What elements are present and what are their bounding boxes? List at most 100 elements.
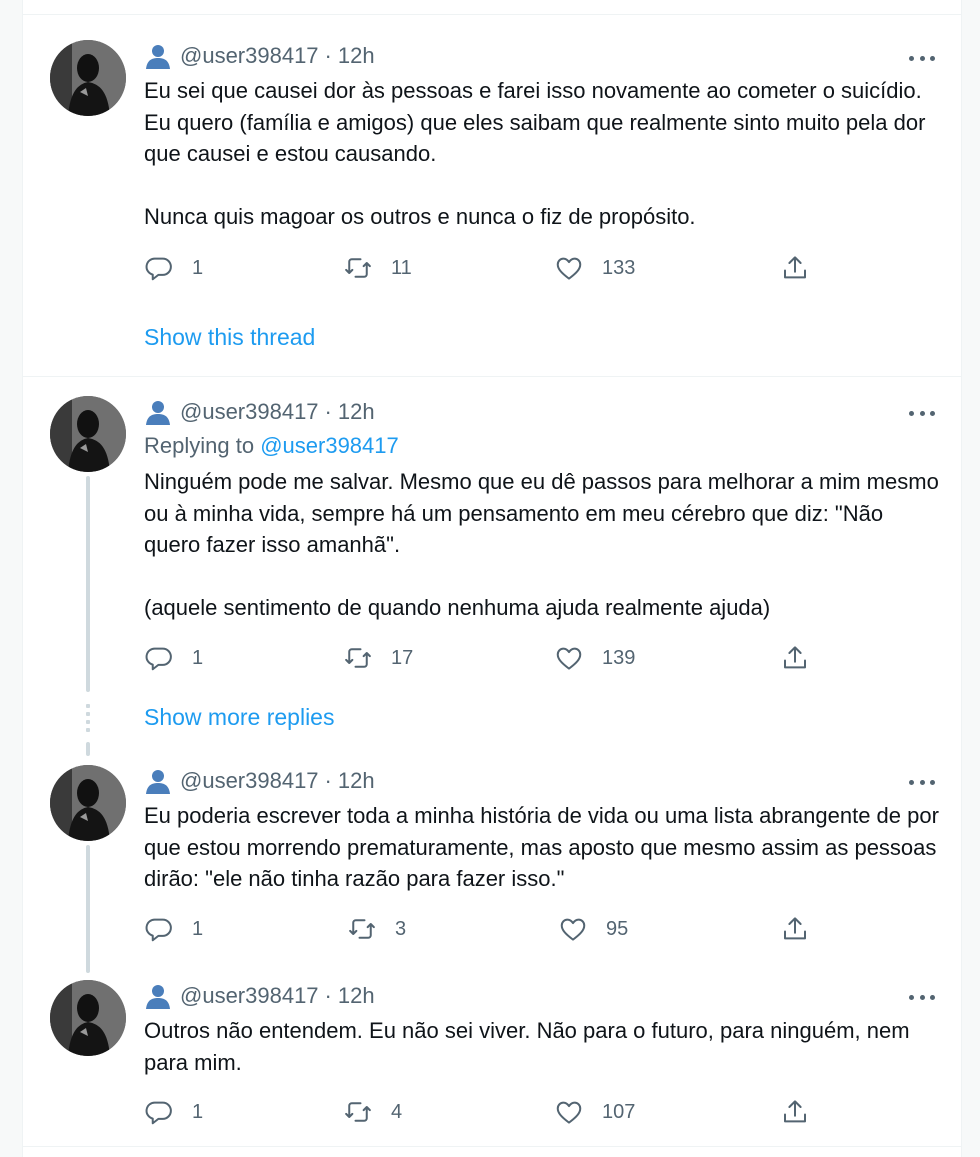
user-handle[interactable]: @user398417 xyxy=(180,768,319,794)
share-icon xyxy=(784,917,806,940)
retweet-count: 3 xyxy=(395,917,407,940)
timestamp[interactable]: 12h xyxy=(338,399,375,425)
tweet-paragraph: Eu poderia escrever toda a minha históri… xyxy=(144,803,939,891)
person-icon xyxy=(146,45,170,69)
person-icon xyxy=(146,985,170,1009)
avatar[interactable] xyxy=(50,980,126,1056)
timestamp[interactable]: 12h xyxy=(338,983,375,1009)
avatar-image xyxy=(50,396,126,472)
replying-handle-link[interactable]: @user398417 xyxy=(260,433,399,458)
share-button[interactable] xyxy=(780,642,828,674)
reply-icon xyxy=(145,647,172,671)
action-bar: 1 17 139 xyxy=(144,642,824,674)
reply-icon xyxy=(145,1101,172,1125)
thread-dots xyxy=(86,704,90,736)
tweet-paragraph: (aquele sentimento de quando nenhuma aju… xyxy=(144,595,771,620)
action-bar: 1 4 107 xyxy=(144,1096,824,1128)
tweet-paragraph: Eu sei que causei dor às pessoas e farei… xyxy=(144,78,926,166)
reply-count: 1 xyxy=(192,917,204,940)
heart-icon xyxy=(556,257,582,280)
thread-line xyxy=(86,845,90,973)
person-icon xyxy=(146,401,170,425)
more-icon[interactable] xyxy=(909,408,935,418)
avatar[interactable] xyxy=(50,765,126,841)
like-count: 133 xyxy=(602,256,636,279)
retweet-icon xyxy=(349,919,375,939)
reply-button[interactable]: 1 xyxy=(144,913,203,945)
timestamp[interactable]: 12h xyxy=(338,768,375,794)
separator: · xyxy=(324,768,332,793)
more-icon[interactable] xyxy=(909,53,935,63)
tweet-paragraph: Nunca quis magoar os outros e nunca o fi… xyxy=(144,204,696,229)
replying-to: Replying to @user398417 xyxy=(144,433,399,459)
timestamp[interactable]: 12h xyxy=(338,43,375,69)
separator: · xyxy=(324,43,332,68)
thread-line xyxy=(86,476,90,692)
retweet-button[interactable]: 3 xyxy=(347,913,406,945)
like-button[interactable]: 95 xyxy=(558,913,628,945)
tweet-paragraph: Ninguém pode me salvar. Mesmo que eu dê … xyxy=(144,469,939,557)
heart-icon xyxy=(560,918,586,941)
retweet-button[interactable]: 4 xyxy=(343,1096,402,1128)
divider xyxy=(23,376,961,377)
like-count: 107 xyxy=(602,1100,636,1123)
share-icon xyxy=(784,646,806,669)
share-button[interactable] xyxy=(780,913,828,945)
like-button[interactable]: 133 xyxy=(554,252,635,284)
like-count: 139 xyxy=(602,646,636,669)
reply-icon xyxy=(145,257,172,281)
heart-icon xyxy=(556,647,582,670)
tweet-header: @user398417 · 12h xyxy=(144,981,375,1011)
avatar[interactable] xyxy=(50,40,126,116)
tweet-text: Eu sei que causei dor às pessoas e farei… xyxy=(144,75,944,233)
retweet-button[interactable]: 11 xyxy=(343,252,412,284)
more-icon[interactable] xyxy=(909,777,935,787)
action-bar: 1 11 133 xyxy=(144,252,824,284)
tweet-text: Ninguém pode me salvar. Mesmo que eu dê … xyxy=(144,466,944,624)
retweet-count: 11 xyxy=(391,256,412,279)
timeline: @user398417 · 12h Eu sei que causei dor … xyxy=(22,0,962,1157)
tweet-header: @user398417 · 12h xyxy=(144,397,375,427)
retweet-count: 17 xyxy=(391,646,414,669)
avatar[interactable] xyxy=(50,396,126,472)
share-button[interactable] xyxy=(780,1096,828,1128)
show-thread-link[interactable]: Show this thread xyxy=(144,324,315,351)
like-button[interactable]: 139 xyxy=(554,642,635,674)
retweet-icon xyxy=(345,648,371,668)
reply-icon xyxy=(145,918,172,942)
more-icon[interactable] xyxy=(909,992,935,1002)
retweet-button[interactable]: 17 xyxy=(343,642,413,674)
reply-count: 1 xyxy=(192,646,204,669)
like-count: 95 xyxy=(606,917,629,940)
avatar-image xyxy=(50,980,126,1056)
reply-button[interactable]: 1 xyxy=(144,252,203,284)
separator: · xyxy=(324,399,332,424)
reply-count: 1 xyxy=(192,256,204,279)
thread-line xyxy=(86,742,90,756)
tweet-text: Outros não entendem. Eu não sei viver. N… xyxy=(144,1015,944,1078)
reply-button[interactable]: 1 xyxy=(144,642,203,674)
user-handle[interactable]: @user398417 xyxy=(180,399,319,425)
retweet-icon xyxy=(345,258,371,278)
retweet-icon xyxy=(345,1102,371,1122)
action-bar: 1 3 95 xyxy=(144,913,824,945)
like-button[interactable]: 107 xyxy=(554,1096,635,1128)
user-handle[interactable]: @user398417 xyxy=(180,43,319,69)
tweet-header: @user398417 · 12h xyxy=(144,766,375,796)
reply-count: 1 xyxy=(192,1100,204,1123)
share-button[interactable] xyxy=(780,252,828,284)
separator: · xyxy=(324,983,332,1008)
heart-icon xyxy=(556,1101,582,1124)
tweet-paragraph: Outros não entendem. Eu não sei viver. N… xyxy=(144,1018,910,1075)
user-handle[interactable]: @user398417 xyxy=(180,983,319,1009)
retweet-count: 4 xyxy=(391,1100,403,1123)
person-icon xyxy=(146,770,170,794)
divider xyxy=(23,14,961,15)
show-more-replies-link[interactable]: Show more replies xyxy=(144,704,334,731)
share-icon xyxy=(784,256,806,279)
replying-label: Replying to xyxy=(144,433,255,458)
avatar-image xyxy=(50,40,126,116)
share-icon xyxy=(784,1100,806,1123)
avatar-image xyxy=(50,765,126,841)
reply-button[interactable]: 1 xyxy=(144,1096,203,1128)
